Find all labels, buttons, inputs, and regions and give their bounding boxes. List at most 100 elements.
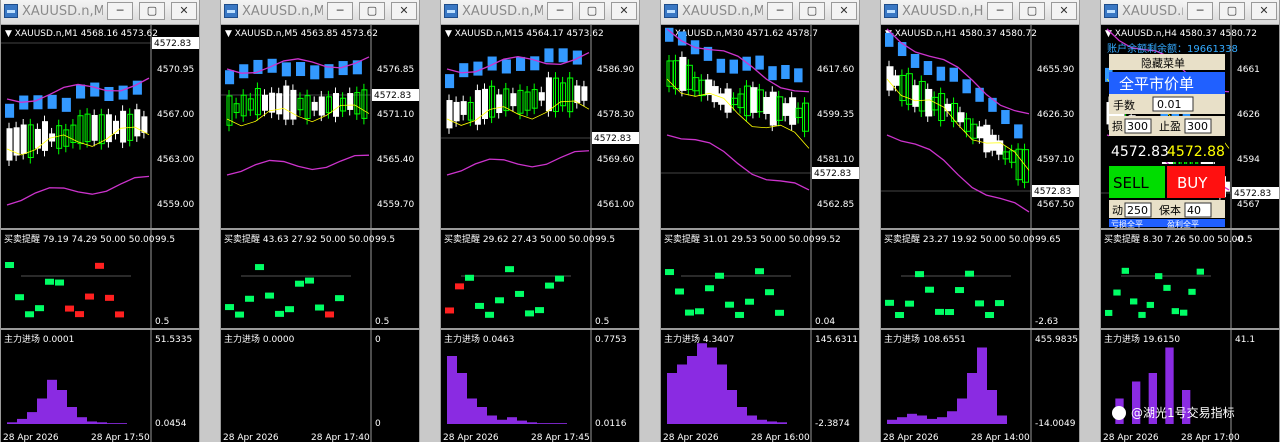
chart-window-icon	[224, 4, 238, 18]
oscillator-block	[315, 304, 324, 311]
volume-histogram-bar	[917, 415, 927, 424]
sub2-indicator-label: 主力进场 0.0001	[4, 333, 74, 345]
sub2-scale-bottom: 0.0116	[595, 419, 627, 429]
candle-body	[446, 100, 453, 129]
pane-separator[interactable]	[1, 328, 200, 330]
sl-input[interactable]: 300	[1127, 120, 1148, 133]
close-all-button[interactable]: 全平市价单	[1119, 75, 1194, 93]
close-loss-button[interactable]: 亏损全平	[1111, 219, 1143, 229]
price-tick: 4563.00	[157, 155, 194, 165]
price-tick: 4581.10	[817, 155, 854, 165]
lower-channel-line	[226, 154, 370, 176]
price-tick: 4578.30	[597, 110, 634, 120]
pane-separator[interactable]	[441, 228, 640, 230]
minimize-button[interactable]: ─	[1187, 2, 1213, 20]
price-tick: 4599.35	[817, 110, 854, 120]
window-titlebar[interactable]: XAUUSD.n,M1 ─ ▢ ✕	[1, 0, 199, 25]
trend-cloud-block	[459, 63, 469, 78]
sub1-indicator-label: 买卖提醒 23.27 19.92 50.00 50.00	[884, 234, 1035, 245]
pane-separator[interactable]	[881, 328, 1080, 330]
minimize-button[interactable]: ─	[327, 2, 353, 20]
trail-input[interactable]: 250	[1127, 204, 1148, 217]
volume-histogram-bar	[477, 407, 487, 424]
pane-separator[interactable]	[881, 228, 1080, 230]
window-titlebar[interactable]: XAUUSD.n,M5 ─ ▢ ✕	[221, 0, 419, 25]
volume-histogram-bar	[447, 356, 457, 424]
window-titlebar[interactable]: XAUUSD.n, ─ ▢ ✕	[1101, 0, 1279, 25]
pane-separator[interactable]	[221, 328, 420, 330]
oscillator-block	[295, 280, 304, 287]
maximize-button[interactable]: ▢	[579, 2, 605, 20]
sub1-scale-bottom: 0.5	[375, 317, 389, 327]
trend-cloud-block	[445, 74, 455, 89]
pane-separator[interactable]	[661, 228, 860, 230]
close-button[interactable]: ✕	[171, 2, 197, 20]
volume-histogram-bar	[557, 423, 567, 424]
lot-input[interactable]: 0.01	[1157, 98, 1182, 111]
trend-cloud-block	[936, 66, 946, 81]
window-titlebar[interactable]: XAUUSD.n,H1 ─ ▢ ✕	[881, 0, 1079, 25]
close-button[interactable]: ✕	[1251, 2, 1277, 20]
oscillator-block	[245, 295, 254, 302]
candle-body	[34, 128, 41, 149]
chart-header: ▼ XAUUSD.n,H4 4580.37 4580.72	[1105, 29, 1257, 39]
minimize-button[interactable]: ─	[547, 2, 573, 20]
close-button[interactable]: ✕	[611, 2, 637, 20]
close-button[interactable]: ✕	[831, 2, 857, 20]
chart-window-5[interactable]: XAUUSD.n,H1 ─ ▢ ✕ ▼ XAUUSD.n,H1 4580.37 4580…	[880, 0, 1080, 442]
chart-window-1[interactable]: XAUUSD.n,M1 ─ ▢ ✕ ▼ XAUUSD.n,M1 4568.16 4573…	[0, 0, 200, 442]
oscillator-block	[1121, 267, 1129, 274]
minimize-button[interactable]: ─	[987, 2, 1013, 20]
oscillator-block	[725, 301, 734, 308]
chart-window-3[interactable]: XAUUSD.n,M15 ─ ▢ ✕ ▼ XAUUSD.n,M15 4564.17 45…	[440, 0, 640, 442]
price-tick: 4586.90	[597, 65, 634, 75]
oscillator-block	[95, 262, 104, 269]
volume-histogram-bar	[977, 347, 987, 424]
sub2-scale-top: 0.7753	[595, 335, 627, 345]
pane-separator[interactable]	[441, 328, 640, 330]
date-label-end: 28 Apr 16:00	[751, 433, 810, 442]
trend-cloud-block	[5, 103, 15, 118]
date-label-end: 28 Apr 17:00	[1181, 433, 1240, 442]
oscillator-block	[75, 311, 84, 318]
chart-area[interactable]: ▼ XAUUSD.n,M1 4568.16 4573.624572.83 4570…	[1, 24, 200, 442]
hide-menu-button[interactable]: 隐藏菜单	[1141, 57, 1185, 70]
maximize-button[interactable]: ▢	[139, 2, 165, 20]
chart-area[interactable]: ▼ XAUUSD.n,M15 4564.17 4573.62 4572.83 458…	[441, 24, 640, 442]
close-profit-button[interactable]: 盈利全平	[1167, 219, 1199, 229]
maximize-button[interactable]: ▢	[1219, 2, 1245, 20]
minimize-button[interactable]: ─	[107, 2, 133, 20]
maximize-button[interactable]: ▢	[799, 2, 825, 20]
breakeven-input[interactable]: 40	[1187, 204, 1201, 217]
pane-separator[interactable]	[1101, 328, 1280, 330]
window-titlebar[interactable]: XAUUSD.n,M30 ─ ▢ ✕	[661, 0, 859, 25]
chart-window-4[interactable]: XAUUSD.n,M30 ─ ▢ ✕ ▼ XAUUSD.n,M30 4571.62 45…	[660, 0, 860, 442]
candle-body	[233, 103, 240, 114]
pane-separator[interactable]	[1, 228, 200, 230]
window-titlebar[interactable]: XAUUSD.n,M15 ─ ▢ ✕	[441, 0, 639, 25]
volume-histogram-bar	[497, 419, 507, 424]
chart-area[interactable]: ▼ XAUUSD.n,M30 4571.62 4578.7 4572.83 4617…	[661, 24, 860, 442]
maximize-button[interactable]: ▢	[1019, 2, 1045, 20]
chart-window-6[interactable]: XAUUSD.n, ─ ▢ ✕ ▼ XAUUSD.n,H4 4580.37 4580.7…	[1100, 0, 1280, 442]
trend-cloud-block	[239, 64, 249, 79]
chart-area[interactable]: ▼ XAUUSD.n,H1 4580.37 4580.72 4572.83 4655…	[881, 24, 1080, 442]
oscillator-block	[235, 311, 244, 318]
chart-window-icon	[1104, 4, 1118, 18]
trend-cloud-block	[923, 61, 933, 76]
close-button[interactable]: ✕	[391, 2, 417, 20]
pane-separator[interactable]	[661, 328, 860, 330]
minimize-button[interactable]: ─	[767, 2, 793, 20]
chart-area[interactable]: ▼ XAUUSD.n,M5 4563.85 4573.62 4572.83 4576…	[221, 24, 420, 442]
chart-window-2[interactable]: XAUUSD.n,M5 ─ ▢ ✕ ▼ XAUUSD.n,M5 4563.85 4573…	[220, 0, 420, 442]
candle-body	[763, 97, 771, 114]
close-button[interactable]: ✕	[1051, 2, 1077, 20]
volume-histogram-bar	[727, 390, 737, 424]
oscillator-block	[1180, 309, 1188, 316]
maximize-button[interactable]: ▢	[359, 2, 385, 20]
date-label-end: 28 Apr 14:00	[971, 433, 1030, 442]
volume-histogram-bar	[677, 364, 687, 424]
pane-separator[interactable]	[221, 228, 420, 230]
chart-area[interactable]: ▼ XAUUSD.n,H4 4580.37 4580.72 4572.83 4661…	[1101, 24, 1280, 442]
tp-input[interactable]: 300	[1187, 120, 1208, 133]
